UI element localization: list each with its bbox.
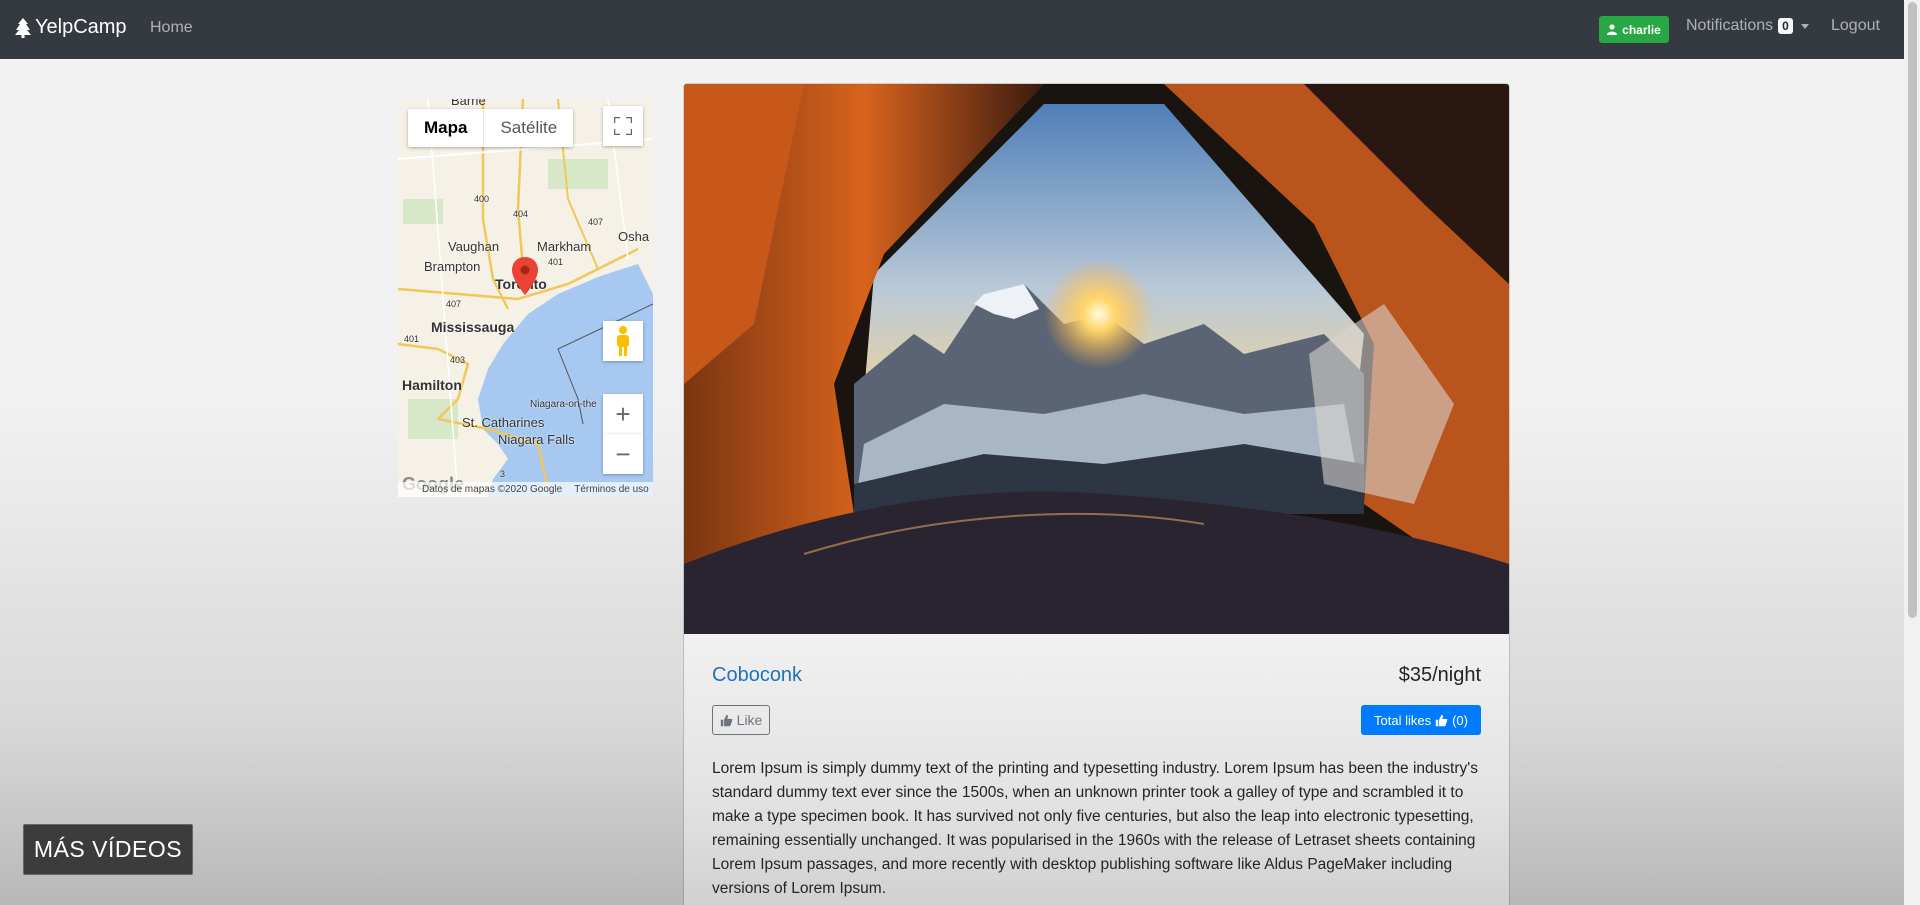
map-label-vaughan: Vaughan [448,239,500,254]
map-data-credit: Datos de mapas ©2020 Google [422,484,563,495]
map-label-mississauga: Mississauga [431,319,515,335]
map-terms-link[interactable]: Términos de uso [574,484,648,495]
campground-map[interactable]: Barrie Vaughan Markham Osha Brampton Tor… [398,99,653,497]
brand-link[interactable]: YelpCamp [15,16,127,39]
user-icon [1607,24,1618,35]
map-label-hwy-401-west: 401 [404,334,420,344]
zoom-out-button[interactable]: − [603,434,643,474]
map-label-markham: Markham [537,239,592,254]
brand-label: YelpCamp [35,16,127,38]
map-label-hwy-401: 401 [548,257,564,267]
user-profile-button[interactable]: charlie [1599,16,1669,43]
map-label-niagara-falls: Niagara Falls [498,432,575,447]
map-attribution: Datos de mapas ©2020 Google Términos de … [398,482,653,497]
notifications-dropdown[interactable]: Notifications 0 [1686,17,1809,35]
map-type-control: Mapa Satélite [408,109,574,147]
username: charlie [1622,22,1661,37]
map-type-map-button[interactable]: Mapa [408,109,485,147]
map-label-niagara-on-the-lake: Niagara-on-the [530,399,597,410]
like-label: Like [736,712,763,728]
fullscreen-button[interactable] [603,106,643,146]
campground-name[interactable]: Coboconk [712,664,802,687]
total-likes-count: (0) [1452,712,1468,728]
notifications-count-badge: 0 [1778,18,1793,34]
thumbs-up-icon [720,714,733,726]
map-type-satellite-button[interactable]: Satélite [484,109,573,147]
notifications-label: Notifications [1686,17,1774,34]
more-videos-button[interactable]: MÁS VÍDEOS [23,824,193,875]
card-body: Coboconk $35/night Like Total likes (0) … [684,634,1509,905]
total-likes-button[interactable]: Total likes (0) [1361,705,1481,735]
nav-home-link[interactable]: Home [150,19,193,37]
map-label-hwy-3: 3 [500,469,506,479]
campground-description: Lorem Ipsum is simply dummy text of the … [712,760,1478,897]
campground-price: $35/night [1398,664,1481,686]
pegman-icon [617,326,629,356]
chevron-down-icon [1800,23,1809,29]
page-scrollbar[interactable] [1904,0,1920,905]
logout-link[interactable]: Logout [1831,17,1880,35]
campground-card: Coboconk $35/night Like Total likes (0) … [683,83,1510,905]
map-label-st-catharines: St. Catharines [462,415,545,430]
map-label-hwy-400: 400 [474,194,490,204]
like-button[interactable]: Like [712,705,770,735]
map-marker-icon[interactable] [512,257,538,295]
map-label-hwy-407-west: 407 [446,299,462,309]
map-label-hwy-407: 407 [588,217,604,227]
map-label-hamilton: Hamilton [402,377,462,393]
thumbs-up-icon [1435,714,1448,726]
scrollbar-thumb[interactable] [1908,2,1917,618]
total-likes-label: Total likes [1374,712,1432,728]
campground-image [684,84,1509,634]
map-label-barrie: Barrie [451,99,486,108]
map-label-hwy-403: 403 [450,355,466,365]
fullscreen-icon [614,117,632,135]
street-view-pegman-button[interactable] [603,321,643,361]
map-label-brampton: Brampton [424,259,481,274]
map-label-hwy-404: 404 [513,209,529,219]
map-label-oshawa: Osha [618,229,650,244]
tree-icon [15,17,31,38]
navbar: YelpCamp Home charlie Notifications 0 Lo… [0,0,1904,59]
zoom-in-button[interactable]: + [603,394,643,434]
